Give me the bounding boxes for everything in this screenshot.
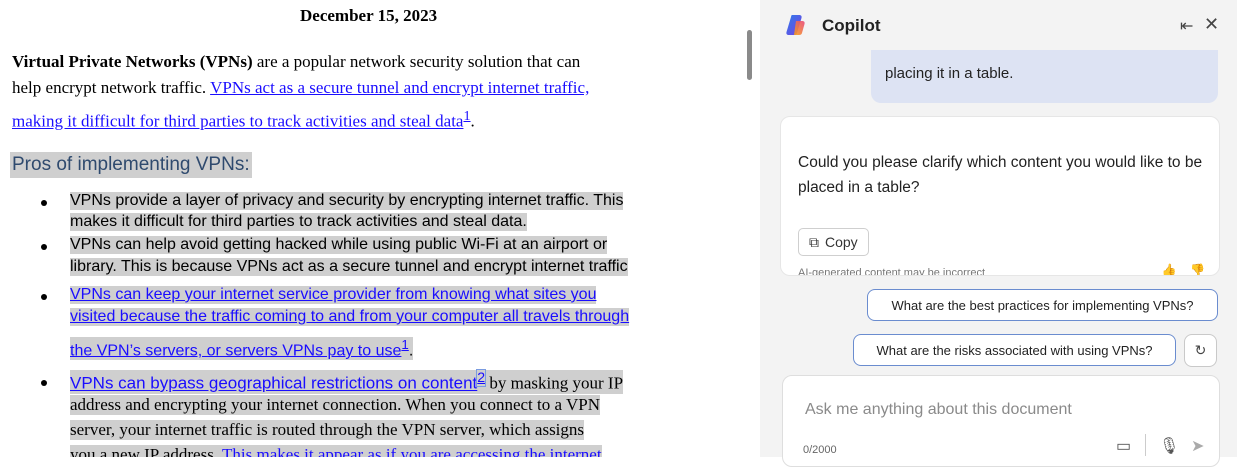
- bullet-4-line-3: server, your internet traffic is routed …: [70, 420, 585, 440]
- citation-link[interactable]: VPNs can bypass geographical restriction…: [70, 374, 477, 393]
- copilot-header: Copilot ⇤ ✕: [760, 0, 1237, 50]
- scrollbar-thumb[interactable]: [747, 30, 752, 80]
- bullet-text: you a new IP address.: [70, 445, 223, 457]
- dock-pane-icon[interactable]: ⇤: [1180, 16, 1193, 36]
- close-icon[interactable]: ✕: [1204, 14, 1219, 35]
- bullet-text: by masking your IP: [485, 373, 624, 393]
- footnote-ref[interactable]: 2: [476, 369, 487, 387]
- bullet-dot: [41, 244, 47, 250]
- copy-button[interactable]: ⧉ Copy: [798, 228, 869, 256]
- document-canvas[interactable]: December 15, 2023 Virtual Private Networ…: [0, 0, 742, 457]
- user-message-text: placing it in a table.: [885, 65, 1014, 82]
- refresh-suggestions-button[interactable]: ↻: [1184, 334, 1217, 367]
- footnote-ref[interactable]: 1: [463, 108, 470, 124]
- copilot-logo-icon: [786, 15, 805, 35]
- document-date: December 15, 2023: [300, 6, 438, 25]
- citation-link[interactable]: This makes it appear as if you are acces…: [222, 445, 602, 457]
- thumbs-up-icon[interactable]: 👍: [1162, 263, 1177, 275]
- bullet-dot: [41, 294, 47, 300]
- suggestion-chip[interactable]: What are the risks associated with using…: [853, 334, 1176, 366]
- suggestion-chip[interactable]: What are the best practices for implemen…: [867, 289, 1218, 321]
- bullet-1-line-2: makes it difficult for third parties to …: [70, 213, 527, 231]
- footnote-ref[interactable]: 1: [401, 337, 408, 352]
- intro-bold-term: Virtual Private Networks (VPNs): [12, 52, 253, 71]
- char-count: 0/2000: [803, 444, 837, 456]
- copilot-pane: Copilot ⇤ ✕ placing it in a table. Could…: [760, 0, 1237, 467]
- bullet-2-line-2: library. This is because VPNs act as a s…: [70, 258, 628, 276]
- intro-text: are a popular network security solution …: [252, 52, 581, 71]
- citation-link[interactable]: VPNs act as a secure tunnel and encrypt …: [210, 78, 589, 97]
- intro-line-2: help encrypt network traffic. VPNs act a…: [12, 78, 589, 98]
- bullet-4-line-4: you a new IP address. This makes it appe…: [70, 445, 602, 457]
- divider: [1145, 434, 1146, 456]
- pane-title: Copilot: [822, 16, 881, 35]
- ai-disclaimer: AI-generated content may be incorrect: [798, 267, 986, 276]
- notebook-icon[interactable]: ▭: [1116, 436, 1131, 456]
- intro-text: help encrypt network traffic.: [12, 78, 211, 97]
- bullet-dot: [41, 200, 47, 206]
- bullet-3-line-3: the VPN’s servers, or servers VPNs pay t…: [70, 337, 414, 361]
- citation-link[interactable]: the VPN’s servers, or servers VPNs pay t…: [70, 342, 401, 359]
- copy-button-label: Copy: [825, 234, 858, 250]
- chat-input-box: 0/2000 ▭ 🎙 ➤: [782, 375, 1220, 467]
- bullet-4-line-1: VPNs can bypass geographical restriction…: [70, 369, 624, 394]
- microphone-icon[interactable]: 🎙: [1159, 436, 1179, 456]
- bullet-4-line-2: address and encrypting your internet con…: [70, 395, 601, 415]
- bullet-1-line-1: VPNs provide a layer of privacy and secu…: [70, 192, 624, 210]
- copy-icon: ⧉: [809, 233, 819, 250]
- response-text: Could you please clarify which content y…: [798, 154, 1203, 196]
- feedback-buttons: 👍 👎: [1162, 263, 1205, 275]
- intro-text: .: [470, 111, 475, 131]
- bullet-dot: [41, 380, 47, 386]
- thumbs-down-icon[interactable]: 👎: [1190, 263, 1205, 275]
- intro-line-3: making it difficult for third parties to…: [12, 108, 475, 132]
- response-card: Could you please clarify which content y…: [780, 116, 1220, 276]
- intro-line-1: Virtual Private Networks (VPNs) are a po…: [12, 52, 580, 72]
- citation-link[interactable]: making it difficult for third parties to…: [12, 112, 463, 131]
- bullet-3-link-line-1[interactable]: VPNs can keep your internet service prov…: [70, 286, 597, 304]
- refresh-icon: ↻: [1194, 342, 1207, 358]
- user-message: placing it in a table.: [871, 50, 1218, 103]
- chat-input[interactable]: [803, 400, 1187, 420]
- bullet-3-link-line-2[interactable]: visited because the traffic coming to an…: [70, 308, 630, 326]
- bullet-2-line-1: VPNs can help avoid getting hacked while…: [70, 236, 608, 254]
- bullet-text: .: [408, 342, 414, 360]
- send-icon[interactable]: ➤: [1191, 436, 1204, 456]
- section-heading: Pros of implementing VPNs:: [10, 152, 252, 178]
